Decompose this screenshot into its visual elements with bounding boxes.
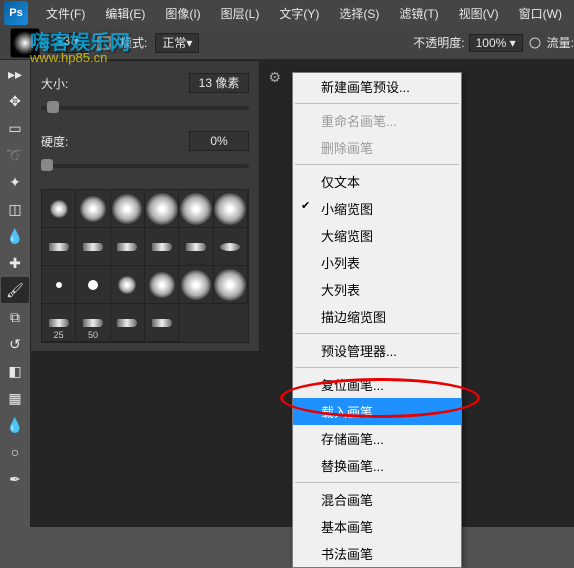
- menu-item[interactable]: 替换画笔...: [293, 452, 461, 479]
- mode-select[interactable]: 正常 ▾: [155, 33, 199, 53]
- brush-presets-panel: ⚙ 大小: 13 像素 硬度: 0% 25 50: [30, 60, 260, 352]
- preset-item[interactable]: [145, 228, 179, 266]
- preset-item[interactable]: [179, 190, 213, 228]
- gear-icon[interactable]: ⚙: [268, 69, 281, 86]
- menu-item[interactable]: 复位画笔...: [293, 371, 461, 398]
- preset-item[interactable]: [42, 190, 76, 228]
- menu-item[interactable]: 存储画笔...: [293, 425, 461, 452]
- menu-filter[interactable]: 滤镜(T): [389, 5, 448, 22]
- preset-item[interactable]: [111, 228, 145, 266]
- menu-layer[interactable]: 图层(L): [211, 5, 270, 22]
- blur-tool[interactable]: 💧: [1, 412, 29, 438]
- flow-label: 流量:: [547, 34, 574, 51]
- preset-item[interactable]: [179, 266, 213, 304]
- preset-item[interactable]: [76, 228, 110, 266]
- history-brush-tool[interactable]: ↺: [1, 331, 29, 357]
- stamp-tool[interactable]: ⧉: [1, 304, 29, 330]
- preset-item[interactable]: [42, 266, 76, 304]
- hardness-value[interactable]: 0%: [189, 131, 249, 151]
- marquee-tool[interactable]: ▭: [1, 115, 29, 141]
- dodge-tool[interactable]: ○: [1, 439, 29, 465]
- menu-file[interactable]: 文件(F): [36, 5, 95, 22]
- menu-item[interactable]: 混合画笔: [293, 486, 461, 513]
- preset-item[interactable]: [76, 190, 110, 228]
- size-slider[interactable]: [41, 99, 249, 117]
- preset-item[interactable]: [111, 266, 145, 304]
- menu-item[interactable]: 预设管理器...: [293, 337, 461, 364]
- preset-item[interactable]: 50: [76, 304, 110, 342]
- menu-separator: [295, 164, 459, 165]
- brush-preset-grid: 25 50: [41, 189, 249, 343]
- menu-view[interactable]: 视图(V): [449, 5, 509, 22]
- menubar: Ps 文件(F) 编辑(E) 图像(I) 图层(L) 文字(Y) 选择(S) 滤…: [0, 0, 574, 26]
- move-tool[interactable]: ✥: [1, 88, 29, 114]
- options-bar: 13 ▾ 模式: 正常 ▾ 不透明度: 100% ▾ 流量: 嗨客娱乐网 www…: [0, 26, 574, 60]
- menu-item[interactable]: 仅文本: [293, 168, 461, 195]
- eyedropper-tool[interactable]: 💧: [1, 223, 29, 249]
- brush-preset-thumb[interactable]: [10, 28, 40, 58]
- heal-tool[interactable]: ✚: [1, 250, 29, 276]
- opacity-label: 不透明度:: [413, 34, 464, 51]
- expand-tool-icon[interactable]: ▸▸: [1, 61, 29, 87]
- lasso-tool[interactable]: ➰: [1, 142, 29, 168]
- preset-item[interactable]: [42, 228, 76, 266]
- preset-item[interactable]: 25: [42, 304, 76, 342]
- hardness-label: 硬度:: [41, 133, 89, 150]
- toolbar: ▸▸ ✥ ▭ ➰ ✦ ◫ 💧 ✚ 🖌 ⧉ ↺ ◧ ▦ 💧 ○ ✒: [0, 60, 30, 493]
- menu-item[interactable]: 载入画笔...: [293, 398, 461, 425]
- menu-separator: [295, 103, 459, 104]
- preset-item[interactable]: [145, 304, 179, 342]
- brush-tool[interactable]: 🖌: [1, 277, 29, 303]
- brush-flyout-menu: 新建画笔预设... 重命名画笔...删除画笔仅文本小缩览图大缩览图小列表大列表描边…: [292, 72, 462, 568]
- pen-tool[interactable]: ✒: [1, 466, 29, 492]
- menu-type[interactable]: 文字(Y): [269, 5, 329, 22]
- menu-edit[interactable]: 编辑(E): [95, 5, 155, 22]
- preset-item[interactable]: [111, 190, 145, 228]
- preset-item[interactable]: [145, 190, 179, 228]
- opacity-value[interactable]: 100% ▾: [469, 34, 523, 52]
- preset-item[interactable]: [179, 228, 213, 266]
- brush-panel-icon[interactable]: [96, 35, 112, 51]
- preset-item[interactable]: [214, 228, 248, 266]
- menu-separator: [295, 367, 459, 368]
- menu-item[interactable]: 新建画笔预设...: [293, 73, 461, 100]
- menu-item: 删除画笔: [293, 134, 461, 161]
- menu-item[interactable]: 小缩览图: [293, 195, 461, 222]
- menu-item[interactable]: 大列表: [293, 276, 461, 303]
- crop-tool[interactable]: ◫: [1, 196, 29, 222]
- menu-item[interactable]: 书法画笔: [293, 540, 461, 567]
- menu-item[interactable]: 大缩览图: [293, 222, 461, 249]
- preset-item[interactable]: [111, 304, 145, 342]
- preset-item[interactable]: [214, 190, 248, 228]
- app-logo: Ps: [4, 1, 28, 25]
- pressure-opacity-icon[interactable]: [527, 35, 543, 51]
- menu-select[interactable]: 选择(S): [329, 5, 389, 22]
- menu-item: 重命名画笔...: [293, 107, 461, 134]
- menu-image[interactable]: 图像(I): [155, 5, 210, 22]
- brush-size-field[interactable]: 13 ▾: [48, 33, 88, 53]
- hardness-slider[interactable]: [41, 157, 249, 175]
- menu-window[interactable]: 窗口(W): [509, 5, 572, 22]
- size-label: 大小:: [41, 75, 89, 92]
- gradient-tool[interactable]: ▦: [1, 385, 29, 411]
- preset-item[interactable]: [145, 266, 179, 304]
- menu-separator: [295, 333, 459, 334]
- menu-item[interactable]: 描边缩览图: [293, 303, 461, 330]
- wand-tool[interactable]: ✦: [1, 169, 29, 195]
- size-value[interactable]: 13 像素: [189, 73, 249, 93]
- preset-item[interactable]: [76, 266, 110, 304]
- eraser-tool[interactable]: ◧: [1, 358, 29, 384]
- menu-item[interactable]: 小列表: [293, 249, 461, 276]
- preset-item[interactable]: [214, 266, 248, 304]
- mode-label: 模式:: [120, 34, 147, 51]
- menu-separator: [295, 482, 459, 483]
